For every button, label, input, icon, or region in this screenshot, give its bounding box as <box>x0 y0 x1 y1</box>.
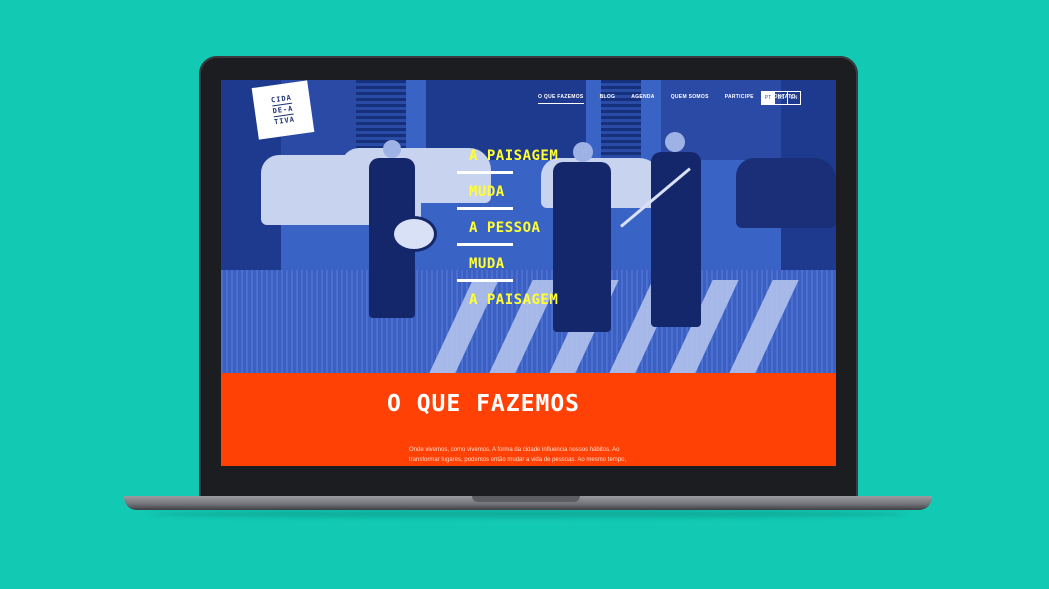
slogan-line: A PESSOA <box>456 216 558 252</box>
trumpeter <box>553 162 611 332</box>
lang-es-button[interactable]: ES <box>774 91 788 105</box>
hero-slogan: A PAISAGEM MUDA A PESSOA MUDA A PAISAGEM <box>456 144 559 324</box>
language-switcher: PT ES EN <box>761 91 801 105</box>
car <box>736 158 836 228</box>
lang-en-button[interactable]: EN <box>787 91 801 105</box>
what-we-do-section: O QUE FAZEMOS Onde vivemos, como vivemos… <box>221 373 836 466</box>
slogan-line: MUDA <box>456 180 558 216</box>
slogan-line: MUDA <box>456 252 558 288</box>
logo-line: TIVA <box>273 115 296 127</box>
nav-item-participe[interactable]: PARTICIPE <box>717 94 762 100</box>
slogan-line: A PAISAGEM <box>469 292 559 308</box>
site-logo[interactable]: CIDA DE-A TIVA <box>251 80 315 140</box>
slogan-line: A PAISAGEM <box>456 144 558 180</box>
section-body: Onde vivemos, como vivemos. A forma da c… <box>409 447 627 463</box>
nav-item-blog[interactable]: BLOG <box>592 94 624 100</box>
drum <box>391 216 437 252</box>
building <box>601 80 641 160</box>
website-screen: CIDA DE-A TIVA O QUE FAZEMOS BLOG AGENDA… <box>221 80 836 466</box>
section-title: O QUE FAZEMOS <box>387 391 581 417</box>
nav-item-o-que-fazemos[interactable]: O QUE FAZEMOS <box>530 94 592 104</box>
hero-photo: CIDA DE-A TIVA O QUE FAZEMOS BLOG AGENDA… <box>221 80 836 373</box>
person-head <box>383 140 401 158</box>
nav-item-agenda[interactable]: AGENDA <box>623 94 662 100</box>
laptop-shadow <box>150 510 906 518</box>
person-head <box>665 132 685 152</box>
nav-item-quem-somos[interactable]: QUEM SOMOS <box>663 94 717 100</box>
person-head <box>573 142 593 162</box>
laptop-notch <box>472 496 580 502</box>
lang-pt-button[interactable]: PT <box>761 91 775 105</box>
